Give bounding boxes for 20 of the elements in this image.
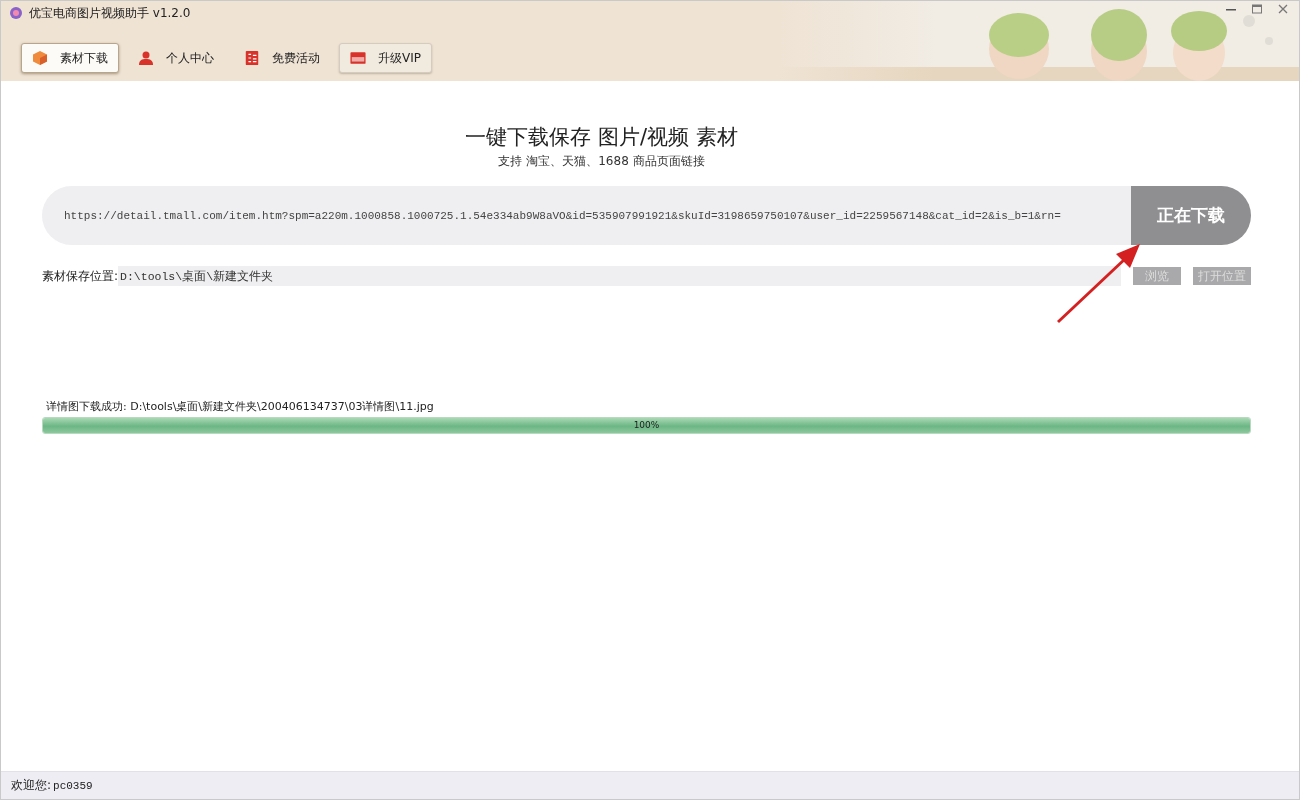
status-message: 详情图下载成功: D:\tools\桌面\新建文件夹\200406134737\03详情图\11.jpg (45, 399, 435, 414)
nav-tab[interactable]: 免费活动 (233, 43, 331, 73)
nav-tab[interactable]: 个人中心 (127, 43, 225, 73)
username: pc0359 (53, 779, 93, 792)
save-location-label: 素材保存位置: (42, 267, 119, 285)
maximize-icon[interactable] (1251, 3, 1263, 15)
nav-tab[interactable]: 升级VIP (339, 43, 432, 73)
nav-tab[interactable]: 素材下载 (21, 43, 119, 73)
welcome-label: 欢迎您: (11, 777, 52, 794)
vip-card-icon (350, 50, 366, 66)
progress-label: 100% (632, 419, 661, 432)
coupon-icon (244, 50, 260, 66)
subheading: 支持 淘宝、天猫、1688 商品页面链接 (498, 153, 705, 170)
app-logo-icon (9, 6, 23, 20)
headline: 一键下载保存 图片/视频 素材 (465, 124, 738, 151)
close-icon[interactable] (1277, 3, 1289, 15)
box-icon (32, 50, 48, 66)
user-icon (138, 50, 154, 66)
window-title: 优宝电商图片视频助手 v1.2.0 (29, 4, 191, 22)
url-field[interactable]: https://detail.tmall.com/item.htm?spm=a220m.1000858.1000725.1.54e334ab9W8aVO&id=535907991921&skuId=3198659750107&user_id=2259567148&cat_id=2&is_b=1&rn= (42, 186, 1131, 245)
